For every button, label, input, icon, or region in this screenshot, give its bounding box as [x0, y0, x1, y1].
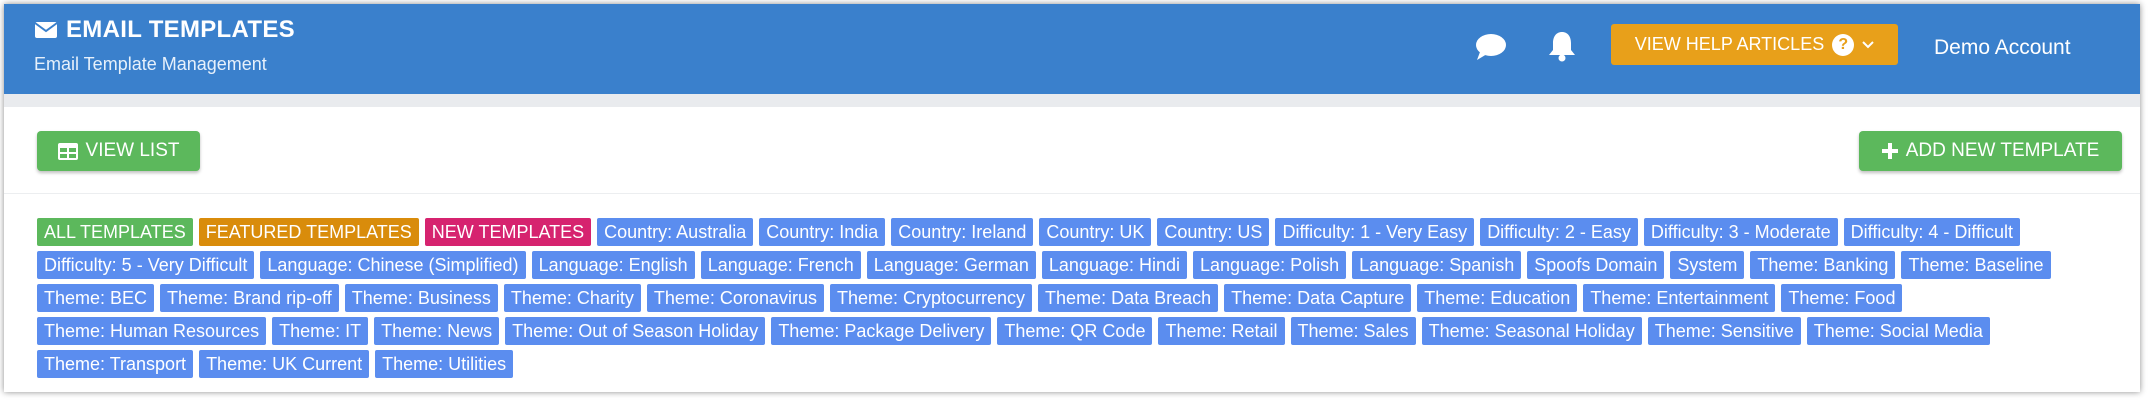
view-list-button[interactable]: VIEW LIST [37, 131, 200, 171]
filter-tag[interactable]: Language: Spanish [1352, 251, 1522, 279]
chat-icon[interactable] [1474, 32, 1508, 67]
filter-tag[interactable]: Theme: Charity [503, 284, 641, 312]
filter-tag[interactable]: Theme: Seasonal Holiday [1421, 317, 1642, 345]
filter-tag[interactable]: Theme: Cryptocurrency [829, 284, 1033, 312]
filter-tag-list: ALL TEMPLATES FEATURED TEMPLATES NEW TEMPL… [37, 218, 2127, 378]
filter-tag[interactable]: Language: German [866, 251, 1036, 279]
filter-tag[interactable]: Theme: Education [1417, 284, 1578, 312]
filter-tag[interactable]: Difficulty: 2 - Easy [1480, 218, 1638, 246]
filter-tag[interactable]: Theme: Sensitive [1647, 317, 1801, 345]
filter-tag[interactable]: Difficulty: 3 - Moderate [1643, 218, 1838, 246]
filter-tag[interactable]: Language: Polish [1193, 251, 1347, 279]
help-button-label: VIEW HELP ARTICLES [1634, 34, 1825, 54]
filter-tag[interactable]: Theme: Data Breach [1038, 284, 1219, 312]
filter-tag[interactable]: Language: English [531, 251, 695, 279]
filter-tag[interactable]: Theme: Baseline [1901, 251, 2051, 279]
filter-tag[interactable]: ALL TEMPLATES [37, 218, 193, 246]
filter-tag[interactable]: Theme: Banking [1750, 251, 1896, 279]
account-menu[interactable]: Demo Account [1934, 36, 2071, 60]
app-window: EMAIL TEMPLATES Email Template Managemen… [4, 4, 2140, 392]
page-subtitle: Email Template Management [34, 54, 267, 74]
page-title: EMAIL TEMPLATES [34, 16, 295, 44]
filter-tag[interactable]: Language: French [700, 251, 861, 279]
filter-tag[interactable]: Theme: Data Capture [1224, 284, 1412, 312]
bell-icon[interactable] [1547, 30, 1577, 67]
filter-tag[interactable]: Country: US [1157, 218, 1270, 246]
filter-tag[interactable]: Theme: Transport [37, 350, 194, 378]
filter-tag[interactable]: Difficulty: 5 - Very Difficult [37, 251, 255, 279]
filter-tag[interactable]: Theme: Human Resources [37, 317, 267, 345]
filter-tag[interactable]: Difficulty: 4 - Difficult [1843, 218, 2021, 246]
filter-tag[interactable]: Theme: Package Delivery [771, 317, 992, 345]
filter-tag[interactable]: Theme: Out of Season Holiday [505, 317, 766, 345]
templates-panel: VIEW LIST ADD NEW TEMPLATE ALL TEMPLATES… [4, 107, 2140, 392]
filter-tag[interactable]: Theme: QR Code [997, 317, 1153, 345]
envelope-icon [34, 22, 58, 38]
filter-tag[interactable]: Theme: UK Current [199, 350, 370, 378]
chevron-down-icon [1862, 40, 1874, 48]
brand: EMAIL TEMPLATES Email Template Managemen… [34, 16, 295, 75]
filter-tag[interactable]: Country: Ireland [891, 218, 1034, 246]
filter-tag[interactable]: Theme: Food [1781, 284, 1903, 312]
filter-tag[interactable]: System [1670, 251, 1745, 279]
filter-tag[interactable]: Theme: IT [272, 317, 369, 345]
question-circle-icon: ? [1832, 33, 1855, 56]
table-icon [57, 142, 78, 160]
filter-tag[interactable]: NEW TEMPLATES [424, 218, 592, 246]
filter-tag[interactable]: Theme: Social Media [1806, 317, 1990, 345]
filter-tag[interactable]: Country: UK [1039, 218, 1152, 246]
filter-tag[interactable]: Theme: Entertainment [1583, 284, 1776, 312]
add-new-template-label: ADD NEW TEMPLATE [1905, 140, 2100, 161]
filter-tag[interactable]: Theme: Coronavirus [646, 284, 824, 312]
filter-tag[interactable]: Theme: Business [344, 284, 498, 312]
filter-tag[interactable]: Theme: BEC [37, 284, 155, 312]
toolbar-divider [4, 193, 2140, 194]
view-list-label: VIEW LIST [85, 140, 180, 161]
page-title-text: EMAIL TEMPLATES [66, 16, 295, 43]
filter-tag[interactable]: Difficulty: 1 - Very Easy [1275, 218, 1475, 246]
filter-tag[interactable]: Theme: Brand rip-off [160, 284, 339, 312]
top-header: EMAIL TEMPLATES Email Template Managemen… [4, 4, 2140, 94]
filter-tag[interactable]: Spoofs Domain [1527, 251, 1665, 279]
filter-tag[interactable]: Language: Chinese (Simplified) [260, 251, 526, 279]
plus-icon [1881, 143, 1898, 159]
filter-tag[interactable]: Language: Hindi [1041, 251, 1188, 279]
filter-tag[interactable]: Country: Australia [597, 218, 754, 246]
filter-tag[interactable]: Theme: Sales [1290, 317, 1416, 345]
view-help-articles-button[interactable]: VIEW HELP ARTICLES ? [1611, 24, 1898, 65]
filter-tag[interactable]: Theme: Utilities [375, 350, 514, 378]
add-new-template-button[interactable]: ADD NEW TEMPLATE [1859, 131, 2122, 171]
filter-tag[interactable]: Theme: News [374, 317, 500, 345]
filter-tag[interactable]: Country: India [759, 218, 886, 246]
filter-tag[interactable]: Theme: Retail [1158, 317, 1285, 345]
filter-tag[interactable]: FEATURED TEMPLATES [198, 218, 419, 246]
